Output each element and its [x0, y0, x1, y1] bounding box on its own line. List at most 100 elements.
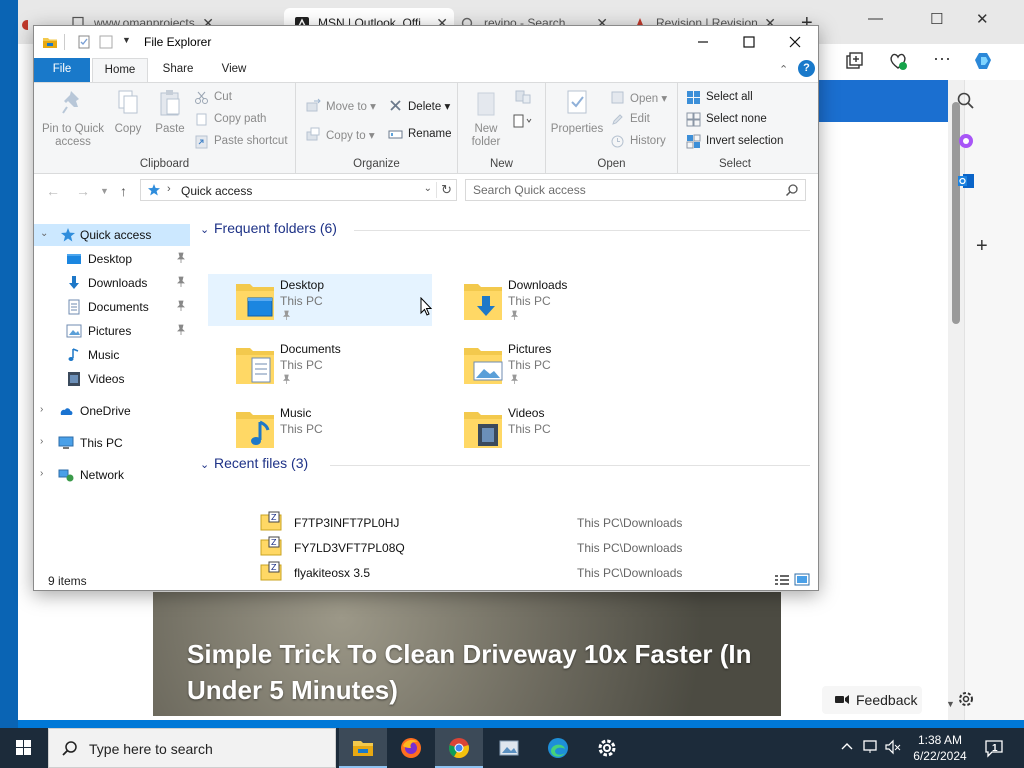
- browser-close-icon[interactable]: ✕: [976, 10, 989, 28]
- properties-qat-icon[interactable]: [76, 34, 92, 50]
- browser-maximize-icon[interactable]: ☐: [930, 10, 943, 28]
- search-icon[interactable]: [785, 183, 799, 197]
- paste-shortcut-button[interactable]: Paste shortcut: [194, 135, 288, 149]
- taskbar-clock[interactable]: 1:38 AM 6/22/2024: [905, 732, 975, 764]
- nav-item-videos[interactable]: Videos: [34, 368, 190, 390]
- nav-item-quick-access[interactable]: ⌄ Quick access: [34, 224, 190, 246]
- refresh-icon[interactable]: ↻: [436, 182, 452, 198]
- close-icon[interactable]: [772, 30, 818, 54]
- group-collapse-icon[interactable]: ⌄: [200, 223, 214, 236]
- address-bar[interactable]: › Quick access ⌄ ↻: [140, 179, 457, 201]
- select-none-button[interactable]: Select none: [686, 112, 767, 127]
- breadcrumb-chevron-icon[interactable]: ›: [167, 183, 171, 195]
- browser-minimize-icon[interactable]: —: [868, 10, 883, 27]
- show-hidden-icons-chevron-icon[interactable]: [838, 738, 856, 756]
- folder-tile-pictures[interactable]: Pictures This PC: [436, 338, 660, 390]
- move-to-button[interactable]: Move to ▾: [306, 98, 376, 113]
- rename-button[interactable]: Rename: [388, 128, 451, 140]
- nav-item-downloads[interactable]: Downloads: [34, 272, 190, 294]
- taskbar-file-explorer[interactable]: [339, 728, 387, 768]
- cut-button[interactable]: Cut: [194, 91, 232, 104]
- pin-to-quick-access-button[interactable]: Pin to Quick access: [38, 87, 108, 149]
- title-bar[interactable]: ▼ File Explorer: [34, 26, 818, 58]
- tab-share[interactable]: Share: [152, 58, 204, 82]
- taskbar-settings[interactable]: [583, 728, 631, 768]
- minimize-icon[interactable]: [680, 30, 726, 54]
- recent-file-row[interactable]: Z FY7LD3VFT7PL08Q This PC\Downloads: [226, 535, 786, 559]
- up-arrow-icon[interactable]: ↑: [120, 183, 127, 199]
- select-all-button[interactable]: Select all: [686, 91, 753, 104]
- search-input[interactable]: [466, 180, 776, 200]
- maximize-icon[interactable]: [726, 30, 772, 54]
- taskbar-image-viewer[interactable]: [485, 728, 533, 768]
- collections-icon[interactable]: [843, 50, 865, 72]
- add-sidebar-app-icon[interactable]: +: [976, 235, 988, 258]
- details-view-icon[interactable]: [774, 573, 790, 586]
- delete-button[interactable]: Delete ▾: [388, 99, 450, 113]
- folder-tile-music[interactable]: Music This PC: [208, 402, 432, 454]
- browser-profile[interactable]: [20, 8, 28, 40]
- search-box[interactable]: [465, 179, 806, 201]
- nav-item-desktop[interactable]: Desktop: [34, 248, 190, 270]
- shopping-icon[interactable]: [955, 130, 977, 152]
- help-icon[interactable]: ?: [798, 60, 815, 77]
- copy-path-button[interactable]: Copy path: [194, 113, 266, 126]
- taskbar-search-box[interactable]: Type here to search: [48, 728, 336, 768]
- history-button[interactable]: History: [610, 135, 666, 148]
- collapsed-chevron-icon[interactable]: ›: [40, 404, 43, 415]
- network-tray-icon[interactable]: [862, 738, 880, 756]
- tab-view[interactable]: View: [208, 58, 260, 82]
- tab-home[interactable]: Home: [92, 58, 148, 82]
- properties-button[interactable]: Properties: [548, 87, 606, 136]
- invert-selection-button[interactable]: Invert selection: [686, 134, 783, 149]
- nav-item-onedrive[interactable]: › OneDrive: [34, 400, 190, 422]
- new-item-icon[interactable]: [514, 89, 532, 105]
- new-folder-qat-icon[interactable]: [98, 34, 114, 50]
- edit-button[interactable]: Edit: [610, 113, 650, 125]
- pin-icon[interactable]: [176, 276, 186, 288]
- recent-files-header[interactable]: ⌄ Recent files (3): [200, 455, 308, 471]
- windows-start-icon[interactable]: [0, 728, 48, 768]
- taskbar-edge[interactable]: [534, 728, 582, 768]
- nav-item-music[interactable]: Music: [34, 344, 190, 366]
- scroll-down-arrow-icon[interactable]: ▼: [946, 699, 955, 709]
- folder-tile-documents[interactable]: Documents This PC: [208, 338, 432, 390]
- gear-icon[interactable]: [955, 688, 977, 710]
- collapse-ribbon-icon[interactable]: ⌃: [779, 63, 788, 76]
- pin-icon[interactable]: [176, 300, 186, 312]
- pin-icon[interactable]: [176, 324, 186, 336]
- notification-center-button[interactable]: 1: [984, 738, 1004, 758]
- more-options-icon[interactable]: ···: [933, 48, 951, 69]
- new-folder-button[interactable]: New folder: [464, 87, 508, 149]
- taskbar-chrome[interactable]: [435, 728, 483, 768]
- folder-tile-videos[interactable]: Videos This PC: [436, 402, 660, 454]
- recent-file-row[interactable]: Z F7TP3INFT7PL0HJ This PC\Downloads: [226, 510, 786, 534]
- large-icons-view-icon[interactable]: [794, 573, 810, 586]
- expanded-chevron-icon[interactable]: ⌄: [40, 228, 48, 239]
- forward-arrow-icon[interactable]: →: [76, 183, 90, 199]
- taskbar-firefox[interactable]: [387, 728, 435, 768]
- tab-file[interactable]: File: [34, 58, 90, 82]
- frequent-folders-header[interactable]: ⌄ Frequent folders (6): [200, 220, 337, 236]
- news-headline[interactable]: Simple Trick To Clean Driveway 10x Faste…: [187, 636, 787, 708]
- feedback-button[interactable]: Feedback: [822, 686, 922, 714]
- nav-item-network[interactable]: › Network: [34, 464, 190, 486]
- group-collapse-icon[interactable]: ⌄: [200, 458, 214, 471]
- address-dropdown-icon[interactable]: ⌄: [424, 183, 432, 194]
- collapsed-chevron-icon[interactable]: ›: [40, 468, 43, 479]
- open-button[interactable]: Open ▾: [610, 91, 667, 105]
- copy-to-button[interactable]: Copy to ▾: [306, 127, 375, 142]
- outlook-icon[interactable]: [955, 170, 977, 192]
- back-arrow-icon[interactable]: ←: [46, 183, 60, 199]
- browser-essentials-icon[interactable]: [887, 50, 909, 72]
- nav-item-documents[interactable]: Documents: [34, 296, 190, 318]
- paste-button[interactable]: Paste: [150, 87, 190, 136]
- nav-item-pictures[interactable]: Pictures: [34, 320, 190, 342]
- copy-button[interactable]: Copy: [110, 87, 146, 136]
- folder-tile-desktop[interactable]: Desktop This PC: [208, 274, 432, 326]
- collapsed-chevron-icon[interactable]: ›: [40, 436, 43, 447]
- copilot-icon[interactable]: [973, 50, 995, 72]
- qat-dropdown-icon[interactable]: ▼: [122, 35, 131, 45]
- nav-item-this-pc[interactable]: › This PC: [34, 432, 190, 454]
- recent-locations-icon[interactable]: ▼: [100, 186, 109, 196]
